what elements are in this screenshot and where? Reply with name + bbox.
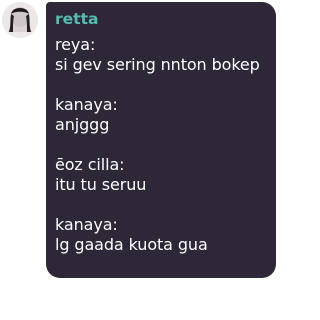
avatar-image xyxy=(2,2,38,38)
message-author: kanaya: xyxy=(55,95,118,114)
message-text: anjggg xyxy=(55,115,110,134)
sender-name[interactable]: retta xyxy=(55,9,266,29)
message-list: reya: si gev sering nnton bokep kanaya: … xyxy=(55,35,266,255)
message-author: reya: xyxy=(55,35,96,54)
message-item: kanaya: lg gaada kuota gua xyxy=(55,215,266,255)
message-author: ēoz cilla: xyxy=(55,155,125,174)
message-bubble: retta reya: si gev sering nnton bokep ka… xyxy=(46,2,276,278)
message-item: kanaya: anjggg xyxy=(55,95,266,135)
message-text: si gev sering nnton bokep xyxy=(55,55,260,74)
profile-photo-icon[interactable] xyxy=(2,2,38,38)
message-text: lg gaada kuota gua xyxy=(55,235,208,254)
message-author: kanaya: xyxy=(55,215,118,234)
message-item: reya: si gev sering nnton bokep xyxy=(55,35,266,75)
message-text: itu tu seruu xyxy=(55,175,147,194)
message-item: ēoz cilla: itu tu seruu xyxy=(55,155,266,195)
